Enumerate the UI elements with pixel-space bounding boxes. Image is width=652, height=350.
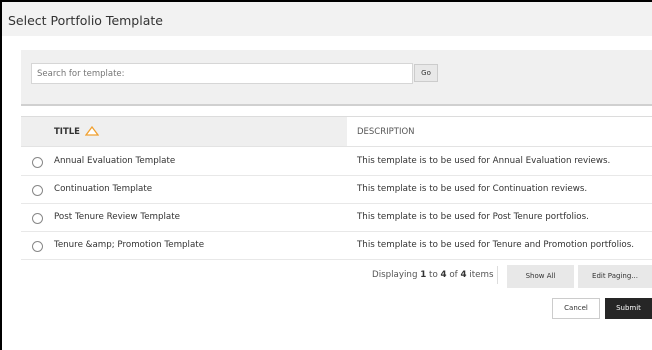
table-row: Tenure &amp; Promotion Template This tem… [21,232,652,260]
row-radio-button[interactable] [32,241,43,252]
table-row: Post Tenure Review Template This templat… [21,204,652,232]
template-description: This template is to be used for Post Ten… [357,212,589,222]
paging-to-word: to [429,270,438,280]
show-all-button[interactable]: Show All [507,265,574,288]
template-title: Annual Evaluation Template [54,156,176,166]
paging-from: 1 [420,270,427,280]
template-description: This template is to be used for Tenure a… [357,240,635,250]
template-description: This template is to be used for Continua… [357,184,588,194]
paging-suffix: items [469,270,494,280]
template-title: Tenure &amp; Promotion Template [54,240,205,250]
table-header: TITLE DESCRIPTION [21,116,652,147]
paging-status: Displaying 1 to 4 of 4 items [372,270,493,280]
table-row: Continuation Template This template is t… [21,176,652,204]
paging-divider [497,266,498,284]
template-title: Continuation Template [54,184,153,194]
dialog-header: Select Portfolio Template [2,2,652,36]
window-frame-left [0,0,2,350]
paging-to: 4 [440,270,447,280]
table-row: Annual Evaluation Template This template… [21,148,652,176]
edit-paging-button[interactable]: Edit Paging... [578,265,652,288]
submit-button[interactable]: Submit [605,298,652,319]
column-header-title-label: TITLE [54,127,80,137]
row-radio-button[interactable] [32,157,43,168]
dialog-title: Select Portfolio Template [8,13,163,28]
sort-ascending-icon[interactable] [85,126,99,136]
row-radio-button[interactable] [32,213,43,224]
search-input[interactable] [31,63,413,84]
search-panel: Go [21,50,652,106]
go-button[interactable]: Go [414,64,438,82]
row-radio-button[interactable] [32,185,43,196]
column-header-description[interactable]: DESCRIPTION [357,127,415,137]
template-title: Post Tenure Review Template [54,212,181,222]
paging-of-word: of [449,270,458,280]
paging-total: 4 [460,270,467,280]
template-description: This template is to be used for Annual E… [357,156,611,166]
paging-prefix: Displaying [372,270,418,280]
cancel-button[interactable]: Cancel [552,298,600,319]
column-header-title[interactable]: TITLE [21,117,347,146]
